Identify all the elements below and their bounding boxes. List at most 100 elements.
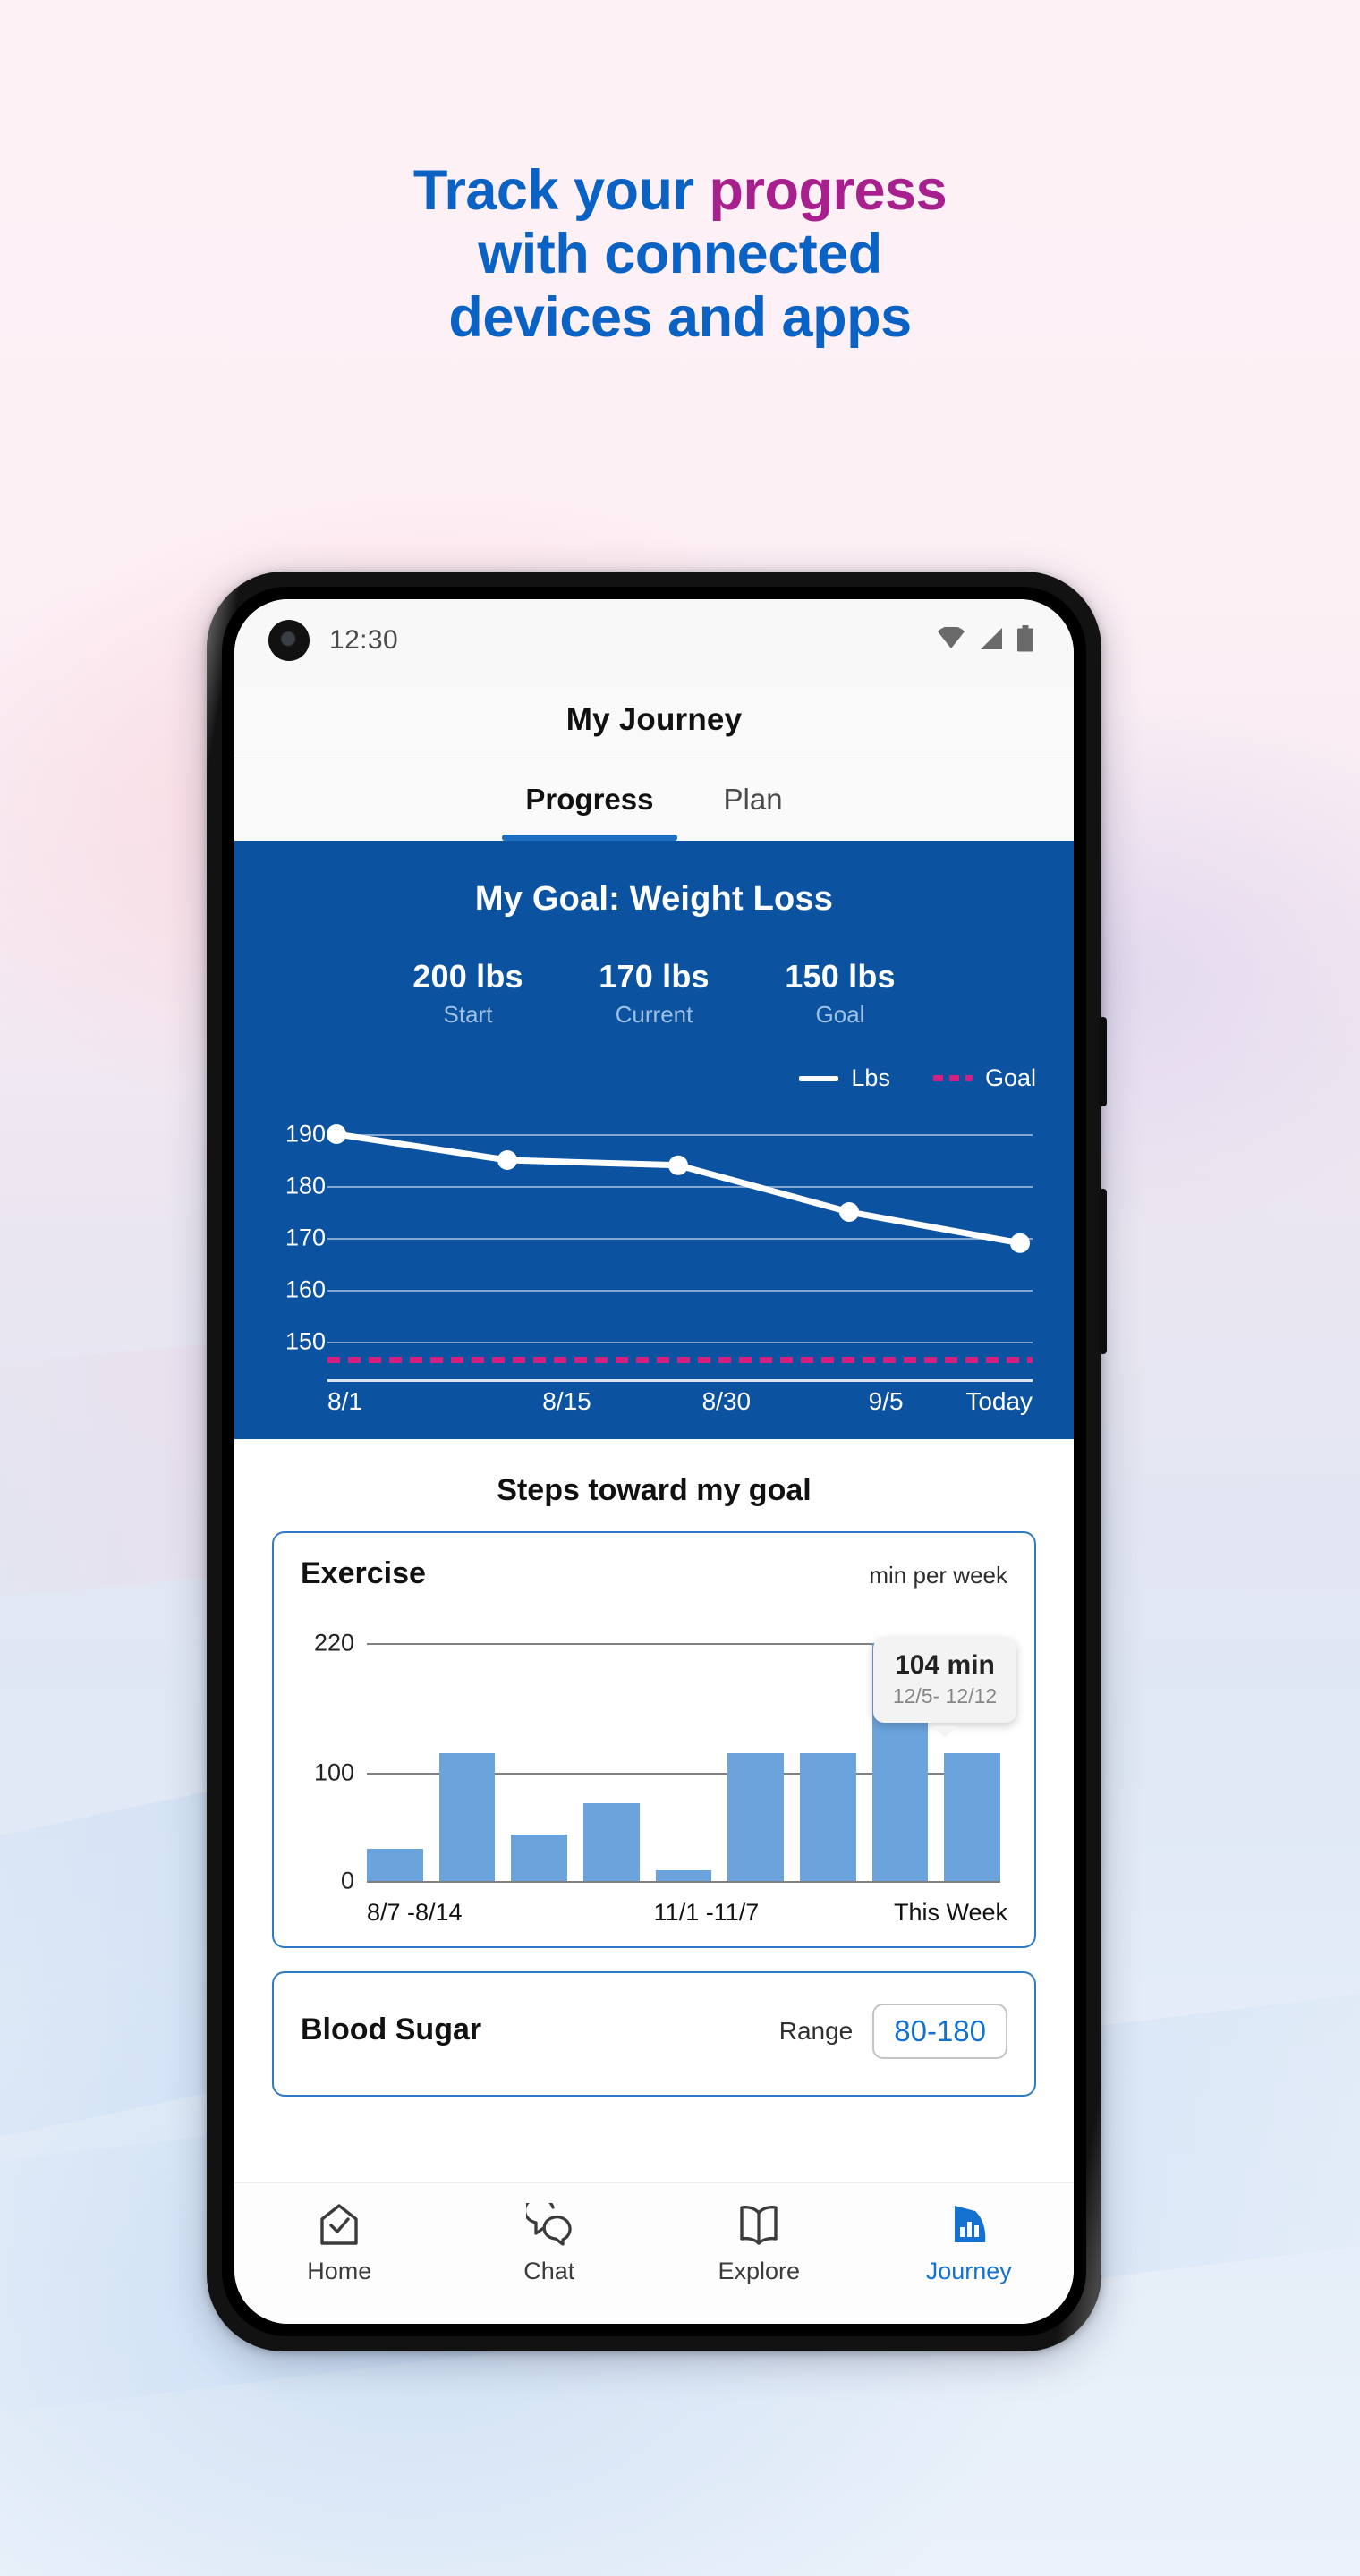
x-axis-tick-label: 8/15	[542, 1387, 591, 1415]
page-title: My Journey	[565, 701, 743, 737]
goal-panel: My Goal: Weight Loss 200 lbs Start 170 l…	[234, 841, 1074, 1439]
nav-label-journey: Journey	[925, 2258, 1012, 2284]
blood-sugar-card-header: Blood Sugar Range 80-180	[301, 2004, 1007, 2059]
phone-inner-bezel: 12:30 My Journey Progress Plan My Goal: …	[222, 587, 1086, 2336]
exercise-card[interactable]: Exercise min per week 220 100 0 104 min 12…	[272, 1531, 1036, 1948]
x-axis-tick-label: 9/5	[868, 1387, 904, 1415]
blood-sugar-card-title: Blood Sugar	[301, 2012, 482, 2046]
x-axis-tick-label: 8/1	[327, 1387, 362, 1415]
y-axis-tick-label: 160	[285, 1275, 326, 1303]
legend-solid-line-icon	[799, 1075, 839, 1081]
weight-data-point[interactable]	[839, 1202, 859, 1222]
status-icons	[936, 624, 1034, 657]
exercise-tooltip: 104 min 12/5- 12/12	[873, 1638, 1016, 1738]
blood-sugar-range-group: Range 80-180	[779, 2004, 1007, 2059]
legend-label-goal: Goal	[984, 1064, 1036, 1091]
headline-text-accent: progress	[709, 159, 948, 222]
nav-item-home[interactable]: Home	[234, 2201, 445, 2285]
exercise-bar[interactable]	[438, 1753, 496, 1881]
chat-bubbles-icon	[525, 2201, 573, 2248]
front-camera-icon	[268, 620, 310, 661]
stat-start-value: 200 lbs	[412, 958, 523, 995]
weight-goal-line	[327, 1357, 1033, 1364]
exercise-bar[interactable]	[367, 1848, 423, 1881]
exercise-card-title: Exercise	[301, 1556, 426, 1590]
tab-plan[interactable]: Plan	[701, 758, 806, 841]
y-axis-tick-label: 190	[285, 1120, 326, 1148]
cellular-signal-icon	[979, 627, 1004, 655]
exercise-card-subtitle: min per week	[869, 1562, 1007, 1589]
legend-item-goal: Goal	[932, 1064, 1036, 1092]
exercise-tooltip-range: 12/5- 12/12	[892, 1684, 998, 1707]
stat-start-label: Start	[443, 1001, 493, 1028]
y-axis-tick-label: 220	[313, 1629, 354, 1657]
exercise-bar-chart: 220 100 0 104 min 12/5- 12/12	[301, 1622, 1016, 1894]
y-axis-tick-label: 0	[340, 1867, 354, 1894]
status-time: 12:30	[329, 625, 399, 655]
goal-title: My Goal: Weight Loss	[474, 880, 834, 918]
stat-current: 170 lbs Current	[587, 958, 721, 1029]
y-axis-tick-label: 180	[285, 1172, 326, 1199]
bottom-navigation: Home Chat Explore Journey	[234, 2182, 1074, 2324]
goal-stats-row: 200 lbs Start 170 lbs Current 150 lbs Go…	[234, 958, 1074, 1029]
legend-dashed-line-icon	[932, 1075, 973, 1081]
weight-chart-axis	[327, 1379, 1033, 1382]
exercise-tooltip-value: 104 min	[895, 1650, 995, 1680]
weight-data-point[interactable]	[327, 1124, 346, 1144]
nav-item-chat[interactable]: Chat	[445, 2201, 655, 2285]
steps-heading: Steps toward my goal	[497, 1473, 812, 1507]
y-axis-tick-label: 100	[313, 1758, 354, 1786]
bar-chart-icon	[948, 2201, 990, 2248]
weight-data-point[interactable]	[1010, 1233, 1030, 1253]
x-axis-tick-label: 8/7 -8/14	[367, 1899, 463, 1926]
status-bar: 12:30	[234, 599, 1074, 682]
legend-label-lbs: Lbs	[851, 1064, 890, 1091]
exercise-bar[interactable]	[583, 1803, 640, 1881]
exercise-card-header: Exercise min per week	[301, 1556, 1007, 1591]
x-axis-tick-label: 11/1 -11/7	[653, 1899, 760, 1926]
weight-data-point[interactable]	[668, 1155, 688, 1175]
phone-volume-button[interactable]	[1099, 1189, 1107, 1354]
legend-item-lbs: Lbs	[799, 1064, 890, 1092]
nav-label-home: Home	[307, 2258, 372, 2284]
exercise-bar[interactable]	[511, 1835, 568, 1881]
tab-progress[interactable]: Progress	[502, 758, 677, 841]
stat-goal-value: 150 lbs	[785, 958, 896, 995]
y-axis-tick-label: 170	[285, 1224, 326, 1251]
tab-bar: Progress Plan	[234, 758, 1074, 841]
exercise-bar[interactable]	[800, 1753, 856, 1881]
exercise-bar[interactable]	[727, 1753, 785, 1881]
weight-trend-line	[336, 1131, 1021, 1247]
stat-current-label: Current	[615, 1001, 693, 1028]
headline-line-3: devices and apps	[448, 286, 912, 350]
wifi-icon	[936, 625, 966, 655]
phone-screen: 12:30 My Journey Progress Plan My Goal: …	[234, 599, 1074, 2324]
phone-mockup: 12:30 My Journey Progress Plan My Goal: …	[207, 572, 1107, 2351]
weight-data-point[interactable]	[497, 1150, 517, 1170]
headline-line-2: with connected	[478, 223, 882, 286]
stat-start: 200 lbs Start	[401, 958, 535, 1029]
phone-power-button[interactable]	[1099, 1017, 1107, 1106]
stat-goal: 150 lbs Goal	[773, 958, 907, 1029]
weight-chart-plot	[327, 1124, 1030, 1253]
x-axis-tick-label: This Week	[893, 1899, 1007, 1926]
x-axis-tick-label: 8/30	[701, 1387, 752, 1415]
exercise-bar[interactable]	[655, 1869, 712, 1881]
nav-item-journey[interactable]: Journey	[864, 2201, 1075, 2285]
blood-sugar-range-value[interactable]: 80-180	[872, 2004, 1007, 2059]
headline-text-plain: Track your	[412, 159, 710, 222]
nav-item-explore[interactable]: Explore	[654, 2201, 864, 2285]
nav-label-chat: Chat	[523, 2258, 575, 2284]
weight-chart-x-labels: 8/1 8/15 8/30 9/5 Today	[327, 1387, 1033, 1416]
headline-line-1: Track your progress	[0, 159, 1360, 223]
progress-content[interactable]: Steps toward my goal Exercise min per we…	[234, 1439, 1074, 2182]
stat-current-value: 170 lbs	[599, 958, 710, 995]
stat-goal-label: Goal	[815, 1001, 865, 1028]
nav-label-explore: Explore	[718, 2258, 801, 2284]
open-book-icon	[737, 2201, 780, 2248]
blood-sugar-card[interactable]: Blood Sugar Range 80-180	[272, 1971, 1036, 2097]
exercise-bar[interactable]	[944, 1753, 1001, 1881]
gridline	[367, 1881, 1000, 1883]
blood-sugar-range-label: Range	[778, 2017, 854, 2045]
battery-icon	[1016, 624, 1034, 657]
